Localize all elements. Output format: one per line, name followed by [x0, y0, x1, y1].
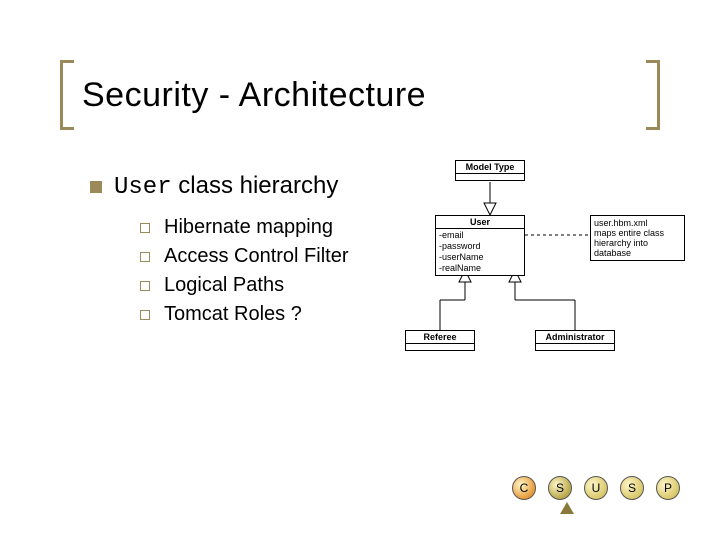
nav-dot: P [656, 476, 680, 500]
list-item-label: Access Control Filter [164, 245, 349, 268]
uml-class-body [536, 344, 614, 350]
uml-class-referee: Referee [405, 330, 475, 351]
uml-class-name: User [436, 216, 524, 229]
nav-dots: C S U S P [512, 476, 680, 500]
hollow-bullet-icon [140, 310, 150, 320]
main-bullet: User class hierarchy [90, 172, 338, 201]
hollow-bullet-icon [140, 281, 150, 291]
uml-diagram: Model Type User -email -password -userNa… [395, 160, 695, 390]
main-bullet-text: User class hierarchy [114, 172, 338, 201]
uml-class-name: Referee [406, 331, 474, 344]
uml-class-admin: Administrator [535, 330, 615, 351]
list-item-label: Tomcat Roles ? [164, 303, 302, 326]
bracket-right-icon [646, 60, 660, 130]
uml-note-line: database [594, 248, 681, 258]
uml-class-body [456, 174, 524, 180]
square-bullet-icon [90, 181, 102, 193]
uml-note: user.hbm.xml maps entire class hierarchy… [590, 215, 685, 261]
uml-class-body [406, 344, 474, 350]
uml-class-name: Administrator [536, 331, 614, 344]
main-bullet-rest: class hierarchy [172, 172, 339, 199]
nav-dot-label: C [520, 481, 529, 495]
nav-dot: S [548, 476, 572, 500]
uml-note-line: hierarchy into [594, 238, 681, 248]
uml-class-modeltype: Model Type [455, 160, 525, 181]
hollow-bullet-icon [140, 252, 150, 262]
nav-dot: U [584, 476, 608, 500]
arrow-up-icon [560, 502, 574, 514]
nav-dot: S [620, 476, 644, 500]
list-item: Tomcat Roles ? [140, 303, 349, 326]
nav-dot-label: U [592, 481, 601, 495]
slide: Security - Architecture User class hiera… [0, 0, 720, 540]
uml-field: -realName [439, 263, 521, 274]
uml-class-body: -email -password -userName -realName [436, 229, 524, 275]
list-item-label: Logical Paths [164, 274, 284, 297]
nav-dot-label: P [664, 481, 672, 495]
hollow-bullet-icon [140, 223, 150, 233]
title-area: Security - Architecture [60, 60, 660, 130]
uml-field: -password [439, 241, 521, 252]
uml-class-user: User -email -password -userName -realNam… [435, 215, 525, 276]
uml-note-line: user.hbm.xml [594, 218, 681, 228]
uml-note-line: maps entire class [594, 228, 681, 238]
list-item: Access Control Filter [140, 245, 349, 268]
list-item-label: Hibernate mapping [164, 216, 333, 239]
slide-title: Security - Architecture [82, 76, 426, 115]
list-item: Hibernate mapping [140, 216, 349, 239]
main-bullet-code: User [114, 174, 172, 201]
nav-dot: C [512, 476, 536, 500]
nav-dot-label: S [628, 481, 636, 495]
bracket-left-icon [60, 60, 74, 130]
nav-dot-label: S [556, 481, 564, 495]
list-item: Logical Paths [140, 274, 349, 297]
uml-field: -email [439, 230, 521, 241]
sub-bullet-list: Hibernate mapping Access Control Filter … [140, 210, 349, 332]
uml-field: -userName [439, 252, 521, 263]
uml-class-name: Model Type [456, 161, 524, 174]
